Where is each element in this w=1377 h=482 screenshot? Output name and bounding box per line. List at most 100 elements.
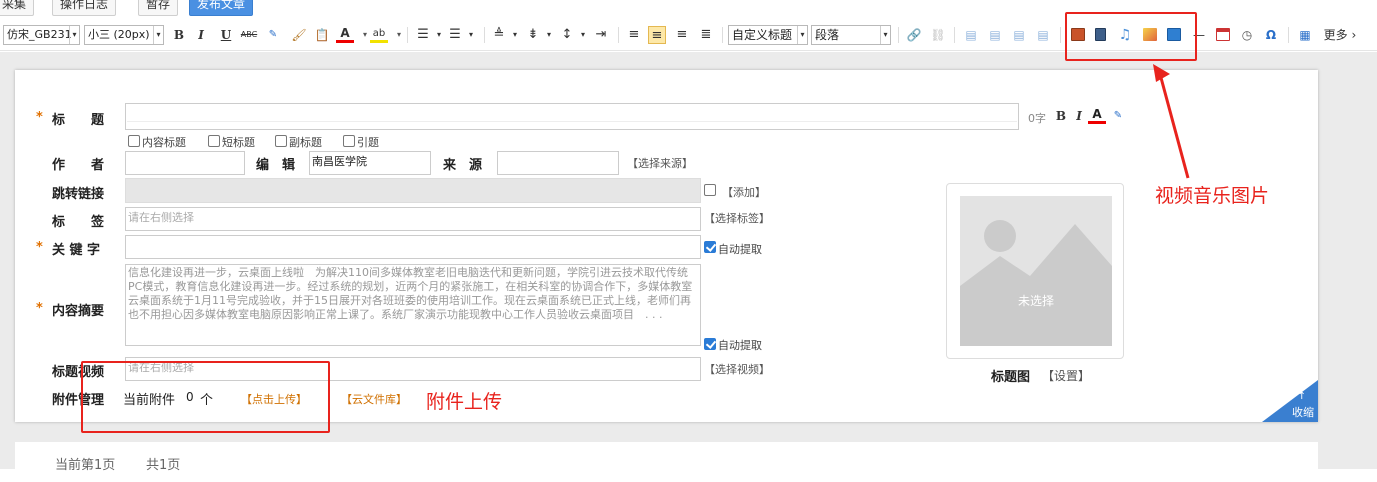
image-none-icon[interactable]: ▤ bbox=[986, 26, 1004, 44]
underline-icon[interactable]: U bbox=[217, 26, 235, 44]
font-family-select[interactable]: 仿宋_GB231 ▾ bbox=[3, 25, 80, 45]
align-right-icon[interactable]: ≡ bbox=[673, 26, 691, 44]
current-page: 当前第1页 bbox=[55, 458, 116, 473]
save-draft-button[interactable]: 暂存 bbox=[138, 0, 179, 16]
font-color-icon[interactable]: A bbox=[336, 26, 354, 43]
font-family-value: 仿宋_GB231 bbox=[7, 28, 72, 41]
chevron-down-icon: ▾ bbox=[69, 26, 79, 44]
paragraph-select[interactable]: 段落 ▾ bbox=[811, 25, 891, 45]
select-tags-link[interactable]: 【选择标签】 bbox=[704, 210, 770, 226]
subtitle-label: 副标题 bbox=[289, 136, 322, 149]
arrow-up-icon: ↑ bbox=[1297, 391, 1306, 402]
content-title-checkbox[interactable] bbox=[128, 135, 140, 147]
title-ruler bbox=[127, 121, 1017, 128]
heading-select[interactable]: 自定义标题 ▾ bbox=[728, 25, 808, 45]
editor-input[interactable]: 南昌医学院 bbox=[309, 151, 431, 175]
chevron-down-icon: ▾ bbox=[880, 26, 890, 44]
font-size-select[interactable]: 小三 (20px) ▾ bbox=[84, 25, 164, 45]
align-center-icon[interactable]: ≡ bbox=[648, 26, 666, 44]
title-char-count: 0字 bbox=[1028, 112, 1046, 125]
pager-card: 当前第1页 共1页 bbox=[15, 442, 1318, 482]
image-placeholder-icon bbox=[960, 196, 1112, 346]
more-label: 更多 bbox=[1323, 28, 1348, 42]
paste-text-icon[interactable]: 📋 bbox=[313, 26, 331, 44]
indent-icon[interactable]: ⇥ bbox=[592, 26, 610, 44]
media-highlight-box bbox=[1065, 12, 1197, 61]
upload-highlight-box bbox=[81, 361, 330, 433]
jump-link-input[interactable] bbox=[125, 178, 701, 203]
keywords-label: 关 键 字 bbox=[52, 243, 101, 258]
auto-extract-keywords-label: 自动提取 bbox=[718, 243, 762, 256]
summary-textarea[interactable]: 信息化建设再进一步，云桌面上线啦 为解决110间多媒体教室老旧电脑迭代和更新问题… bbox=[125, 264, 701, 346]
toolbar-separator bbox=[1060, 27, 1061, 43]
image-left-icon[interactable]: ▤ bbox=[962, 26, 980, 44]
auto-extract-summary-checkbox[interactable] bbox=[704, 338, 716, 350]
chevron-down-icon[interactable]: ▾ bbox=[574, 26, 592, 44]
required-star: * bbox=[36, 240, 43, 255]
spellcheck-icon[interactable]: ✎ bbox=[264, 26, 282, 44]
paragraph-value: 段落 bbox=[815, 28, 840, 42]
editor-label: 编 辑 bbox=[256, 158, 296, 173]
auto-extract-keywords-checkbox[interactable] bbox=[704, 241, 716, 253]
title-italic-icon[interactable]: I bbox=[1070, 107, 1088, 125]
unselected-text: 未选择 bbox=[1017, 294, 1054, 308]
italic-icon[interactable]: I bbox=[192, 26, 210, 44]
title-spellcheck-icon[interactable]: ✎ bbox=[1109, 107, 1127, 125]
total-pages: 共1页 bbox=[146, 458, 181, 473]
short-title-label: 短标题 bbox=[222, 136, 255, 149]
short-title-checkbox[interactable] bbox=[208, 135, 220, 147]
upload-annotation: 附件上传 bbox=[426, 391, 503, 413]
toolbar-separator bbox=[898, 27, 899, 43]
collect-button[interactable]: 采集 bbox=[0, 0, 35, 16]
chevron-down-icon[interactable]: ▾ bbox=[390, 26, 408, 44]
image-center-icon[interactable]: ▤ bbox=[1034, 26, 1052, 44]
title-color-icon[interactable]: A bbox=[1088, 106, 1106, 124]
select-video-link[interactable]: 【选择视频】 bbox=[704, 361, 770, 377]
collapse-label: 收缩 bbox=[1292, 406, 1314, 419]
title-input[interactable] bbox=[125, 103, 1019, 130]
title-image-label: 标题图 bbox=[991, 370, 1031, 385]
title-image-panel[interactable]: 未选择 bbox=[946, 183, 1124, 359]
table-icon[interactable]: ▦ bbox=[1296, 26, 1314, 44]
chevron-down-icon: ▾ bbox=[153, 26, 163, 44]
chevron-down-icon: ▾ bbox=[797, 26, 807, 44]
subtitle-checkbox[interactable] bbox=[275, 135, 287, 147]
author-label: 作 者 bbox=[52, 158, 105, 173]
source-label: 来 源 bbox=[443, 158, 483, 173]
required-star: * bbox=[36, 301, 43, 316]
format-painter-icon[interactable]: 🖌 bbox=[290, 26, 308, 44]
tags-input[interactable]: 请在右侧选择 bbox=[125, 207, 701, 231]
date-icon[interactable] bbox=[1216, 28, 1230, 41]
font-size-value: 小三 (20px) bbox=[88, 28, 150, 41]
keywords-input[interactable] bbox=[125, 235, 701, 259]
special-char-icon[interactable]: Ω bbox=[1262, 26, 1280, 44]
bold-icon[interactable]: B bbox=[170, 26, 188, 44]
select-source-link[interactable]: 【选择来源】 bbox=[627, 155, 693, 171]
lead-title-checkbox[interactable] bbox=[343, 135, 355, 147]
align-left-icon[interactable]: ≡ bbox=[625, 26, 643, 44]
summary-label: 内容摘要 bbox=[52, 304, 105, 319]
title-image-setting-link[interactable]: 【设置】 bbox=[1042, 367, 1090, 384]
link-icon[interactable]: 🔗 bbox=[905, 26, 923, 44]
more-button[interactable]: 更多 › bbox=[1322, 26, 1358, 44]
chevron-down-icon[interactable]: ▾ bbox=[462, 26, 480, 44]
time-icon[interactable]: ◷ bbox=[1238, 26, 1256, 44]
chevron-down-icon[interactable]: ▾ bbox=[506, 26, 524, 44]
collapse-button[interactable]: ↑ 收缩 bbox=[1262, 380, 1318, 422]
author-input[interactable] bbox=[125, 151, 245, 175]
highlight-color-icon[interactable]: ab bbox=[370, 26, 388, 43]
publish-button[interactable]: 发布文章 bbox=[189, 0, 254, 16]
toolbar-separator bbox=[722, 27, 723, 43]
toolbar-separator bbox=[618, 27, 619, 43]
strikethrough-icon[interactable]: ABC bbox=[240, 26, 258, 44]
chevron-down-icon[interactable]: ▾ bbox=[540, 26, 558, 44]
image-right-icon[interactable]: ▤ bbox=[1010, 26, 1028, 44]
add-link-button[interactable]: 【添加】 bbox=[722, 184, 766, 200]
jump-link-checkbox[interactable] bbox=[704, 184, 716, 196]
justify-icon[interactable]: ≣ bbox=[697, 26, 715, 44]
cloud-library-button[interactable]: 【云文件库】 bbox=[341, 391, 407, 407]
title-bold-icon[interactable]: B bbox=[1052, 107, 1070, 125]
source-input[interactable] bbox=[497, 151, 619, 175]
operation-log-button[interactable]: 操作日志 bbox=[52, 0, 117, 16]
unlink-icon[interactable]: ⛓ bbox=[929, 26, 947, 44]
